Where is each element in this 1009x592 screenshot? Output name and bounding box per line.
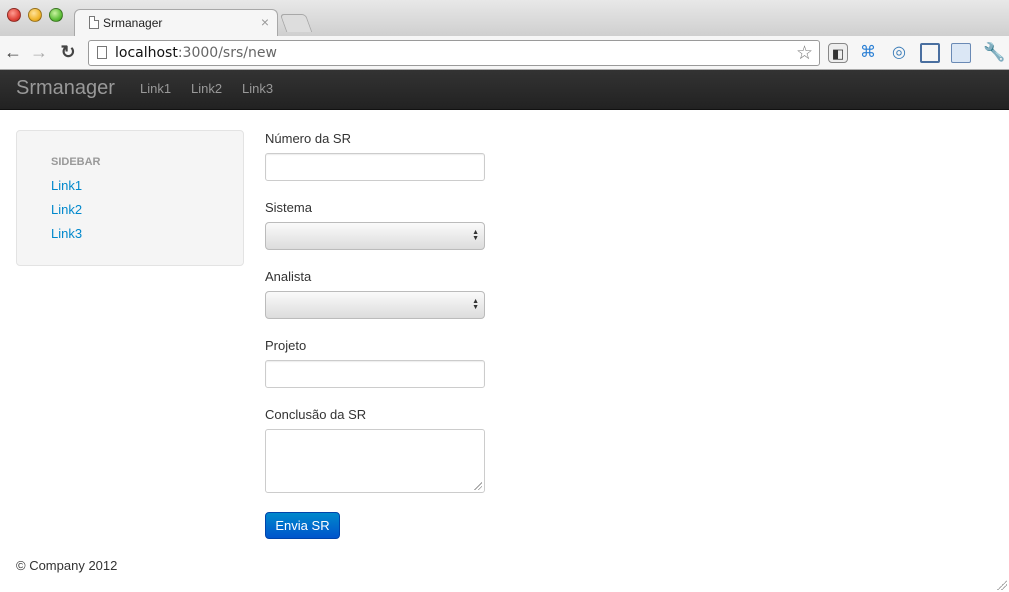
browser-tab-active[interactable]: Srmanager × [74,9,278,37]
conclusao-textarea[interactable] [265,429,485,493]
window-resize-grip-icon[interactable] [997,580,1007,590]
url-text: localhost:3000/srs/new [115,45,277,61]
footer-text: © Company 2012 [16,558,118,573]
page-icon [97,46,107,59]
numero-input[interactable] [265,153,485,181]
brand-link[interactable]: Srmanager [16,77,115,100]
reload-icon[interactable]: ↻ [57,41,79,63]
navbar-link-3[interactable]: Link3 [242,81,273,96]
back-arrow-icon[interactable]: ← [2,41,24,63]
extension-command-icon[interactable]: ⌘ [858,43,878,63]
projeto-label: Projeto [265,338,307,353]
close-tab-icon[interactable]: × [261,14,269,30]
analista-label: Analista [265,269,312,284]
navbar-link-2[interactable]: Link2 [191,81,222,96]
navbar-link-1[interactable]: Link1 [140,81,171,96]
wrench-icon[interactable]: 🔧 [983,42,1005,63]
browser-titlebar: Srmanager × [0,0,1009,37]
sidebar-link-3[interactable]: Link3 [51,226,82,241]
projeto-input[interactable] [265,360,485,388]
window-maximize-button[interactable] [49,8,63,22]
browser-toolbar: ← → ↻ localhost:3000/srs/new ☆ ◧ ⌘ ◎ 🔧 [0,36,1009,70]
app-navbar: Srmanager Link1 Link2 Link3 [0,70,1009,110]
window-minimize-button[interactable] [28,8,42,22]
sidebar-header: SIDEBAR [51,156,101,168]
extension-puzzle-icon[interactable]: ◧ [828,43,848,63]
bookmark-star-icon[interactable]: ☆ [796,42,813,65]
tab-title: Srmanager [103,16,163,30]
page-icon [89,16,99,29]
resize-grip-icon[interactable] [474,482,482,490]
sidebar-link-2[interactable]: Link2 [51,202,82,217]
window-close-button[interactable] [7,8,21,22]
address-bar[interactable]: localhost:3000/srs/new ☆ [88,40,820,66]
new-tab-button[interactable] [279,14,313,32]
numero-label: Número da SR [265,131,351,146]
extension-window-icon[interactable] [951,43,971,63]
sidebar: SIDEBAR Link1 Link2 Link3 [16,130,244,266]
extension-circle-icon[interactable]: ◎ [889,43,909,63]
extension-screen-icon[interactable] [920,43,940,63]
forward-arrow-icon[interactable]: → [28,41,50,63]
select-arrows-icon: ▲ ▼ [472,298,479,311]
submit-button[interactable]: Envia SR [265,512,340,539]
conclusao-label: Conclusão da SR [265,407,367,422]
sistema-select[interactable]: ▲ ▼ [265,222,485,250]
sistema-label: Sistema [265,200,312,215]
sidebar-link-1[interactable]: Link1 [51,178,82,193]
select-arrows-icon: ▲ ▼ [472,229,479,242]
analista-select[interactable]: ▲ ▼ [265,291,485,319]
